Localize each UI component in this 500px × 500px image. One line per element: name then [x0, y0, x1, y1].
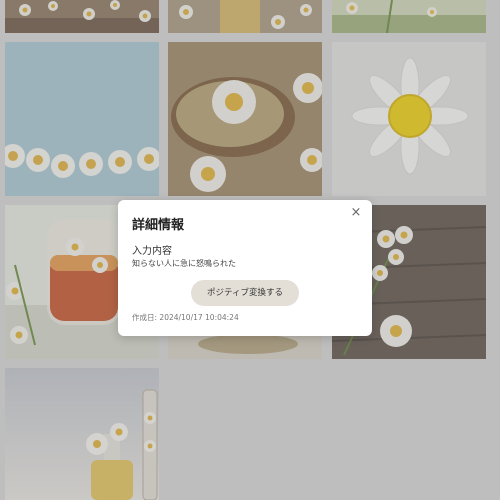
created-timestamp: 2024/10/17 10:04:24 — [159, 313, 239, 322]
input-content-text: 知らない人に急に怒鳴られた — [132, 259, 236, 268]
close-icon[interactable]: × — [348, 205, 364, 221]
positive-convert-button[interactable]: ポジティブ変換する — [191, 280, 299, 306]
dialog-title: 詳細情報 — [132, 218, 185, 233]
created-at: 作成日: 2024/10/17 10:04:24 — [132, 312, 239, 323]
created-label: 作成日: — [132, 313, 158, 322]
input-content-label: 入力内容 — [132, 246, 172, 257]
detail-dialog: 詳細情報 × 入力内容 知らない人に急に怒鳴られた ポジティブ変換する 作成日:… — [118, 200, 372, 336]
